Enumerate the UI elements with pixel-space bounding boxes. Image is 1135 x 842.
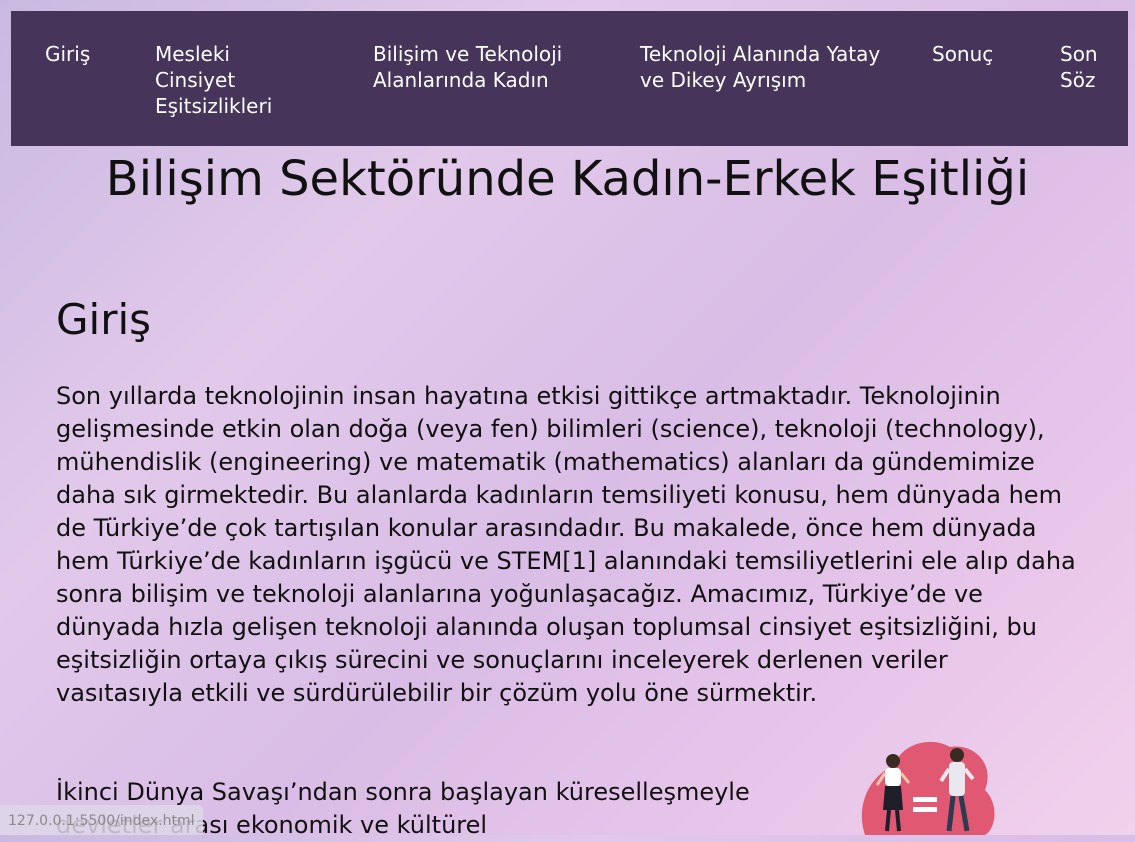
top-navbar: Giriş Mesleki Cinsiyet Eşitsizlikleri Bi… bbox=[11, 11, 1128, 146]
nav-link-giris[interactable]: Giriş bbox=[45, 41, 125, 67]
nav-link-mesleki-cinsiyet[interactable]: Mesleki Cinsiyet Eşitsizlikleri bbox=[155, 41, 305, 119]
section-heading-giris: Giriş bbox=[56, 295, 152, 344]
gender-equality-illustration-icon bbox=[845, 735, 1005, 835]
page-title: Bilişim Sektöründe Kadın-Erkek Eşitliği bbox=[105, 151, 1030, 207]
nav-link-bilisim-kadin[interactable]: Bilişim ve Teknoloji Alanlarında Kadın bbox=[373, 41, 613, 93]
intro-paragraph: Son yıllarda teknolojinin insan hayatına… bbox=[56, 382, 1076, 707]
nav-link-sonuc[interactable]: Sonuç bbox=[932, 41, 1022, 67]
browser-status-bar: 127.0.0.1:5500/index.html bbox=[0, 805, 203, 835]
nav-link-yatay-dikey[interactable]: Teknoloji Alanında Yatay ve Dikey Ayrışı… bbox=[640, 41, 900, 93]
nav-link-son-soz[interactable]: Son Söz bbox=[1060, 41, 1120, 93]
